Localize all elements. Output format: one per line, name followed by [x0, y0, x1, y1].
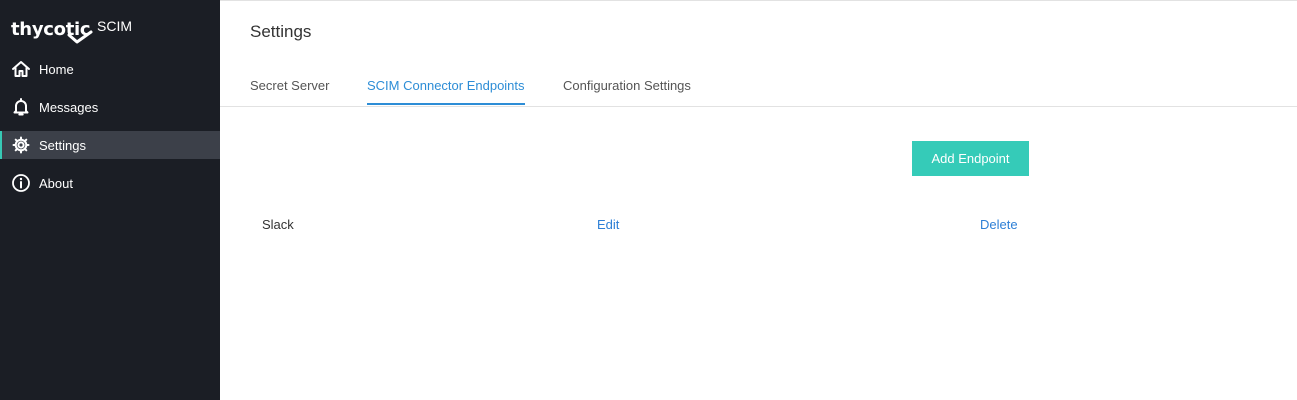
home-icon [11, 59, 31, 79]
tab-configuration-settings[interactable]: Configuration Settings [563, 78, 691, 105]
tab-secret-server[interactable]: Secret Server [250, 78, 329, 105]
sidebar: thycotic SCIM Home Messages Settings Abo… [0, 0, 220, 400]
sidebar-item-label: Home [39, 61, 74, 77]
sidebar-item-settings[interactable]: Settings [0, 131, 220, 159]
app-window: thycotic SCIM Home Messages Settings Abo… [0, 0, 1297, 400]
bell-icon [11, 97, 31, 117]
sidebar-item-about[interactable]: About [0, 169, 220, 197]
product-name: SCIM [97, 18, 132, 34]
sidebar-item-messages[interactable]: Messages [0, 93, 220, 121]
gear-icon [11, 135, 31, 155]
endpoint-name: Slack [262, 217, 294, 232]
sidebar-item-label: About [39, 175, 73, 191]
brand[interactable]: thycotic SCIM [11, 15, 211, 47]
sidebar-item-home[interactable]: Home [0, 55, 220, 83]
delete-link[interactable]: Delete [980, 217, 1018, 232]
info-icon [11, 173, 31, 193]
edit-link[interactable]: Edit [597, 217, 619, 232]
main-content: Settings Secret Server SCIM Connector En… [220, 0, 1297, 400]
tab-scim-connector-endpoints[interactable]: SCIM Connector Endpoints [367, 78, 525, 105]
logo-check-icon [67, 30, 93, 44]
add-endpoint-button[interactable]: Add Endpoint [912, 141, 1029, 176]
sidebar-item-label: Messages [39, 99, 99, 115]
page-title: Settings [250, 22, 312, 41]
sidebar-item-label: Settings [39, 137, 86, 153]
tab-bar: Secret Server SCIM Connector Endpoints C… [220, 73, 1297, 107]
